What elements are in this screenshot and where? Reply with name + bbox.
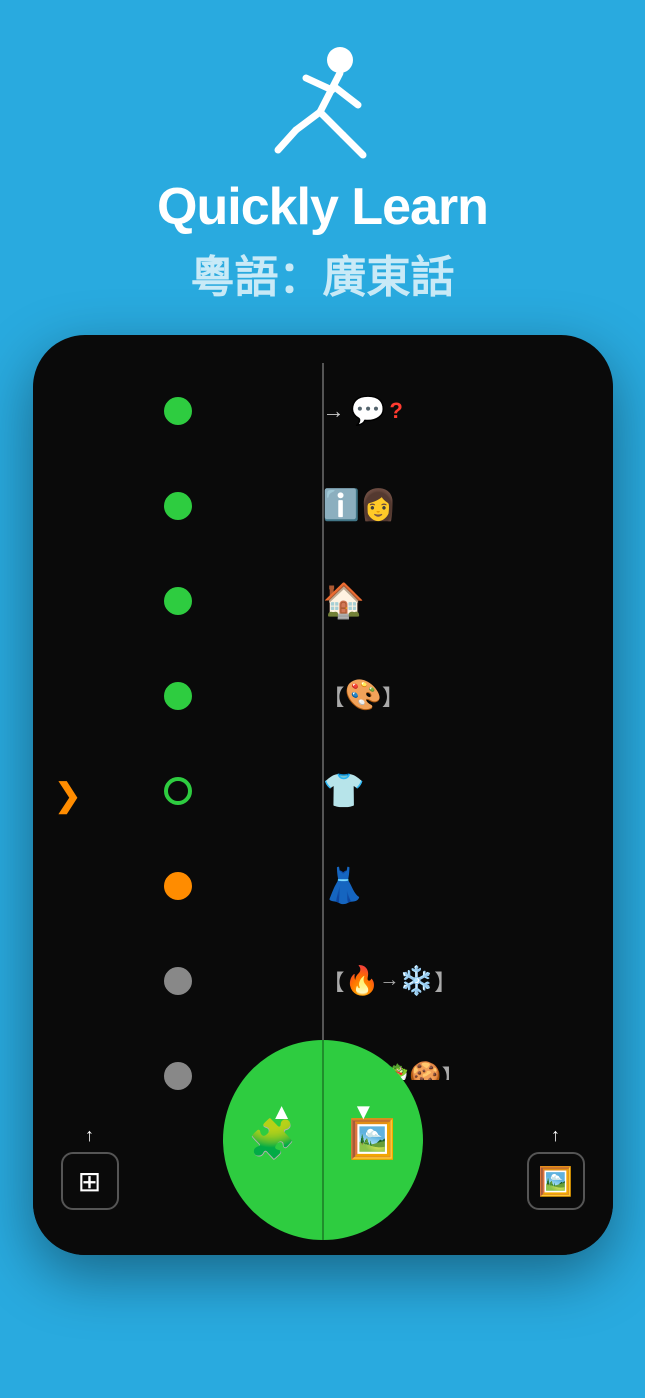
content-6: 👗 — [323, 866, 613, 906]
content-2: ℹ️👩 — [323, 488, 613, 523]
timeline-item-7[interactable]: 【 🔥 → ❄️ 】 — [33, 933, 613, 1028]
right-bottom-btn[interactable]: ↑ 🖼️ — [527, 1125, 585, 1210]
phone-mockup: ❯ → 💬 ? ℹ️👩 — [33, 335, 613, 1315]
phone-frame: ❯ → 💬 ? ℹ️👩 — [33, 335, 613, 1255]
nav-arrows: ▲ ▼ — [271, 1099, 375, 1125]
timeline-item-4[interactable]: 【🎨】 — [33, 648, 613, 743]
dot-4 — [164, 682, 192, 710]
content-7: 【 🔥 → ❄️ 】 — [323, 964, 613, 997]
dot-col-2 — [33, 492, 323, 520]
dot-col-1 — [33, 397, 323, 425]
center-action-btn[interactable]: 🧩 🖼️ — [223, 1040, 423, 1240]
image-gallery-icon: 🖼️ — [538, 1165, 573, 1198]
dot-2 — [164, 492, 192, 520]
timeline-item-1[interactable]: → 💬 ? — [33, 363, 613, 458]
nav-down[interactable]: ▼ — [353, 1099, 375, 1125]
content-4: 【🎨】 — [323, 678, 613, 713]
puzzle-btn[interactable]: 🧩 — [223, 1040, 323, 1240]
dot-col-7 — [33, 967, 323, 995]
left-bottom-btn[interactable]: ↑ ⊞ — [61, 1125, 119, 1210]
dot-7 — [164, 967, 192, 995]
side-chevron[interactable]: ❯ — [55, 776, 82, 814]
gallery-btn[interactable]: 🖼️ — [323, 1040, 423, 1240]
green-circle-btn[interactable]: 🧩 🖼️ — [223, 1040, 423, 1240]
dot-5 — [164, 777, 192, 805]
dot-1 — [164, 397, 192, 425]
content-1: → 💬 ? — [323, 394, 613, 427]
left-arrow-up: ↑ — [85, 1125, 94, 1146]
content-3: 🏠 — [323, 581, 613, 621]
hero-title: Quickly Learn — [157, 177, 488, 237]
left-icon-box: ⊞ — [61, 1152, 119, 1210]
dot-3 — [164, 587, 192, 615]
puzzle-plus-icon: ⊞ — [78, 1165, 101, 1198]
dot-6 — [164, 872, 192, 900]
timeline-item-6[interactable]: 👗 — [33, 838, 613, 933]
hero-section: Quickly Learn 粵語：廣東話 — [0, 0, 645, 345]
runner-icon — [268, 40, 378, 165]
content-5: 👕 — [323, 771, 613, 811]
dot-8 — [164, 1062, 192, 1090]
dot-col-6 — [33, 872, 323, 900]
hero-subtitle: 粵語：廣東話 — [191, 241, 455, 305]
dot-col-3 — [33, 587, 323, 615]
dot-col-4 — [33, 682, 323, 710]
nav-up[interactable]: ▲ — [271, 1099, 293, 1125]
right-arrow-up: ↑ — [551, 1125, 560, 1146]
timeline-item-3[interactable]: 🏠 — [33, 553, 613, 648]
right-icon-box: 🖼️ — [527, 1152, 585, 1210]
timeline-item-5[interactable]: 👕 — [33, 743, 613, 838]
timeline-item-2[interactable]: ℹ️👩 — [33, 458, 613, 553]
